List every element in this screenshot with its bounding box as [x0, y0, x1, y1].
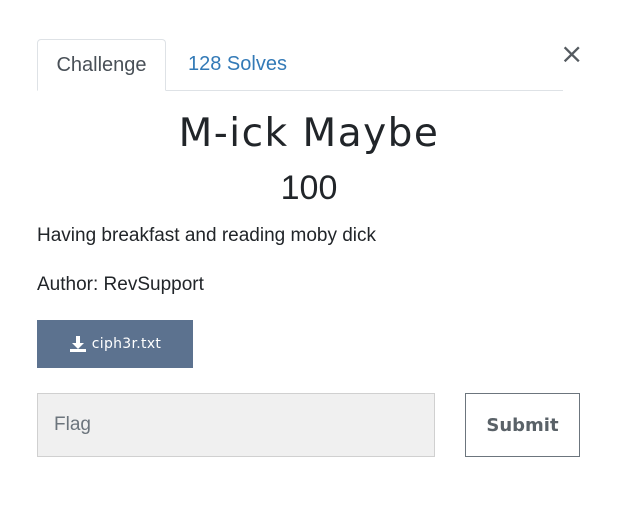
download-icon [69, 336, 86, 352]
challenge-modal: Challenge 128 Solves × M-ick Maybe 100 H… [0, 0, 618, 515]
file-name: ciph3r.txt [91, 336, 162, 352]
challenge-description: Having breakfast and reading moby dick [37, 225, 377, 246]
close-icon[interactable]: × [560, 40, 583, 68]
challenge-value: 100 [280, 169, 338, 207]
flag-input[interactable] [37, 393, 435, 457]
tab-solves[interactable]: 128 Solves [166, 39, 307, 90]
tab-challenge[interactable]: Challenge [37, 39, 166, 91]
challenge-tabs: Challenge 128 Solves [37, 38, 563, 91]
challenge-name: M-ick Maybe [178, 111, 440, 156]
tab-challenge-label: Challenge [56, 53, 147, 76]
challenge-author: Author: RevSupport [37, 274, 204, 295]
file-download-button[interactable]: ciph3r.txt [37, 320, 193, 368]
submit-button[interactable]: Submit [465, 393, 580, 457]
tab-solves-label: 128 Solves [188, 53, 287, 75]
